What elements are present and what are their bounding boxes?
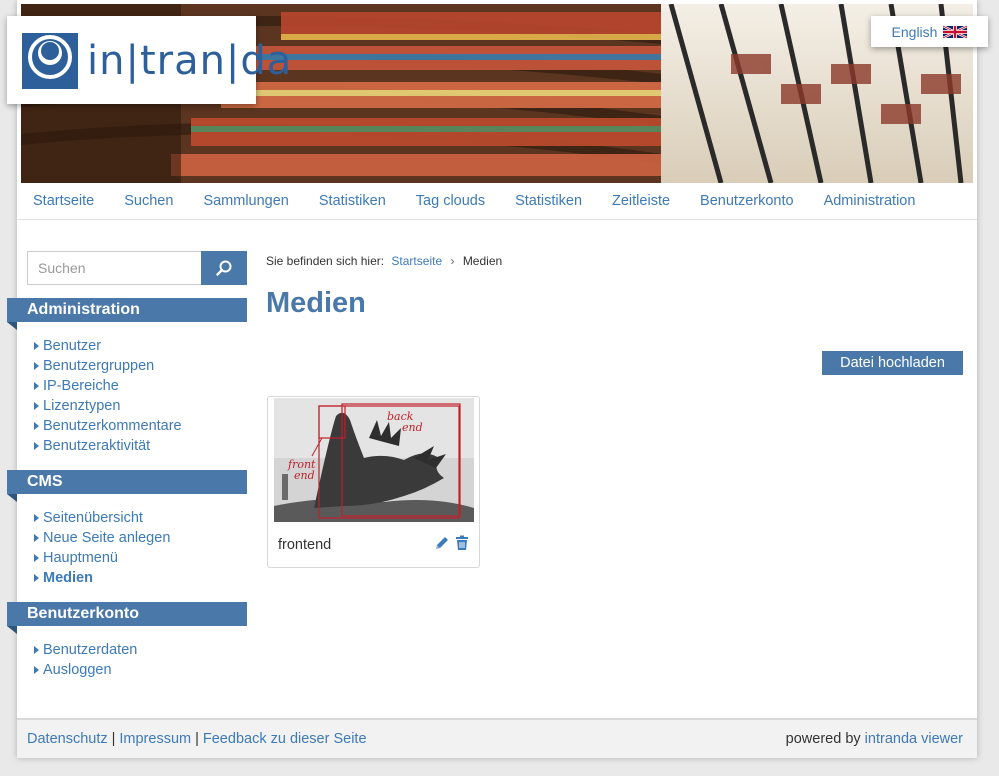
nav-item-startseite[interactable]: Startseite	[33, 193, 94, 209]
footer-link-feedback[interactable]: Feedback zu dieser Seite	[203, 731, 367, 747]
nav-item-statistiken-2[interactable]: Statistiken	[515, 193, 582, 209]
powered-by-prefix: powered by	[785, 731, 861, 747]
sidebar-item-label[interactable]: Hauptmenü	[43, 548, 118, 568]
breadcrumb-separator: ›	[450, 254, 455, 268]
sidebar-search	[27, 251, 247, 285]
trash-icon[interactable]	[454, 535, 470, 551]
caret-right-icon	[34, 554, 39, 562]
media-thumbnail-image: back end front end	[274, 398, 474, 522]
nav-item-tag-clouds[interactable]: Tag clouds	[416, 193, 485, 209]
search-icon	[216, 260, 232, 276]
footer: Datenschutz | Impressum | Feedback zu dieser…	[17, 718, 977, 758]
sidebar-item-ausloggen[interactable]: Ausloggen	[34, 660, 137, 680]
sidebar-item-benutzerkommentare[interactable]: Benutzerkommentare	[34, 416, 182, 436]
uk-flag-icon	[943, 24, 968, 39]
nav-item-suchen[interactable]: Suchen	[124, 193, 173, 209]
breadcrumb-home-link[interactable]: Startseite	[391, 254, 442, 268]
search-input[interactable]	[27, 251, 201, 285]
sidebar-item-label[interactable]: Medien	[43, 568, 93, 588]
thumbnail-annotation: end	[402, 421, 423, 434]
sidebar-item-label[interactable]: Benutzerdaten	[43, 640, 137, 660]
powered-by-link[interactable]: intranda viewer	[865, 731, 963, 747]
powered-by: powered by intranda viewer	[786, 731, 963, 747]
sidebar-list-administration: Benutzer Benutzergruppen IP-Bereiche Liz…	[34, 336, 182, 456]
edit-pencil-icon[interactable]	[434, 535, 450, 551]
sidebar-item-label[interactable]: Benutzergruppen	[43, 356, 154, 376]
sidebar-item-label[interactable]: Benutzerkommentare	[43, 416, 182, 436]
sidebar-item-benutzerdaten[interactable]: Benutzerdaten	[34, 640, 137, 660]
footer-link-impressum[interactable]: Impressum	[119, 731, 191, 747]
sidebar-item-label[interactable]: Ausloggen	[43, 660, 112, 680]
sidebar-heading-cms: CMS	[7, 470, 247, 502]
footer-links: Datenschutz | Impressum | Feedback zu dieser…	[27, 731, 367, 747]
sidebar-item-ip-bereiche[interactable]: IP-Bereiche	[34, 376, 182, 396]
media-thumbnail[interactable]: back end front end	[274, 398, 474, 522]
caret-right-icon	[34, 574, 39, 582]
nav-item-statistiken[interactable]: Statistiken	[319, 193, 386, 209]
sidebar-item-seitenuebersicht[interactable]: Seitenübersicht	[34, 508, 170, 528]
sidebar-item-benutzeraktivitaet[interactable]: Benutzeraktivität	[34, 436, 182, 456]
breadcrumb-prefix: Sie befinden sich hier:	[266, 254, 385, 268]
footer-link-datenschutz[interactable]: Datenschutz	[27, 731, 108, 747]
caret-right-icon	[34, 422, 39, 430]
caret-right-icon	[34, 666, 39, 674]
breadcrumb-current: Medien	[462, 254, 503, 268]
logo[interactable]: in|tran|da	[7, 16, 291, 104]
thumbnail-annotation: end	[294, 469, 315, 482]
sidebar-item-label[interactable]: Lizenztypen	[43, 396, 120, 416]
search-button[interactable]	[201, 251, 247, 285]
caret-right-icon	[34, 442, 39, 450]
caret-right-icon	[34, 402, 39, 410]
sidebar-item-label[interactable]: IP-Bereiche	[43, 376, 119, 396]
sidebar-item-hauptmenue[interactable]: Hauptmenü	[34, 548, 170, 568]
nav-item-sammlungen[interactable]: Sammlungen	[203, 193, 288, 209]
sidebar-item-benutzergruppen[interactable]: Benutzergruppen	[34, 356, 182, 376]
sidebar-item-benutzer[interactable]: Benutzer	[34, 336, 182, 356]
sidebar-item-label[interactable]: Seitenübersicht	[43, 508, 143, 528]
breadcrumb: Sie befinden sich hier: Startseite › Med…	[266, 254, 502, 268]
footer-separator: |	[195, 731, 199, 747]
sidebar-item-medien[interactable]: Medien	[34, 568, 170, 588]
caret-right-icon	[34, 342, 39, 350]
sidebar-item-label[interactable]: Neue Seite anlegen	[43, 528, 170, 548]
sidebar-item-label[interactable]: Benutzer	[43, 336, 101, 356]
logo-text: in|tran|da	[87, 38, 293, 84]
nav-item-administration[interactable]: Administration	[824, 193, 916, 209]
nav-item-benutzerkonto[interactable]: Benutzerkonto	[700, 193, 794, 209]
caret-right-icon	[34, 534, 39, 542]
upload-file-button[interactable]: Datei hochladen	[822, 351, 963, 375]
media-actions	[434, 535, 470, 551]
sidebar-list-cms: Seitenübersicht Neue Seite anlegen Haupt…	[34, 508, 170, 588]
sidebar-item-lizenztypen[interactable]: Lizenztypen	[34, 396, 182, 416]
language-label: English	[891, 23, 938, 40]
footer-separator: |	[111, 731, 116, 747]
sidebar-heading-administration: Administration	[7, 298, 247, 330]
sidebar-heading-benutzerkonto: Benutzerkonto	[7, 602, 247, 634]
page-title: Medien	[266, 287, 366, 319]
caret-right-icon	[34, 382, 39, 390]
media-name: frontend	[278, 537, 332, 553]
main-navigation: Startseite Suchen Sammlungen Statistiken…	[17, 183, 977, 220]
sidebar-item-label[interactable]: Benutzeraktivität	[43, 436, 150, 456]
nav-item-zeitleiste[interactable]: Zeitleiste	[612, 193, 670, 209]
media-card: back end front end frontend	[267, 396, 480, 568]
caret-right-icon	[34, 514, 39, 522]
caret-right-icon	[34, 646, 39, 654]
intranda-logo-icon	[22, 33, 78, 89]
language-switcher[interactable]: English	[871, 16, 988, 47]
sidebar-item-neue-seite-anlegen[interactable]: Neue Seite anlegen	[34, 528, 170, 548]
caret-right-icon	[34, 362, 39, 370]
sidebar-list-benutzerkonto: Benutzerdaten Ausloggen	[34, 640, 137, 680]
